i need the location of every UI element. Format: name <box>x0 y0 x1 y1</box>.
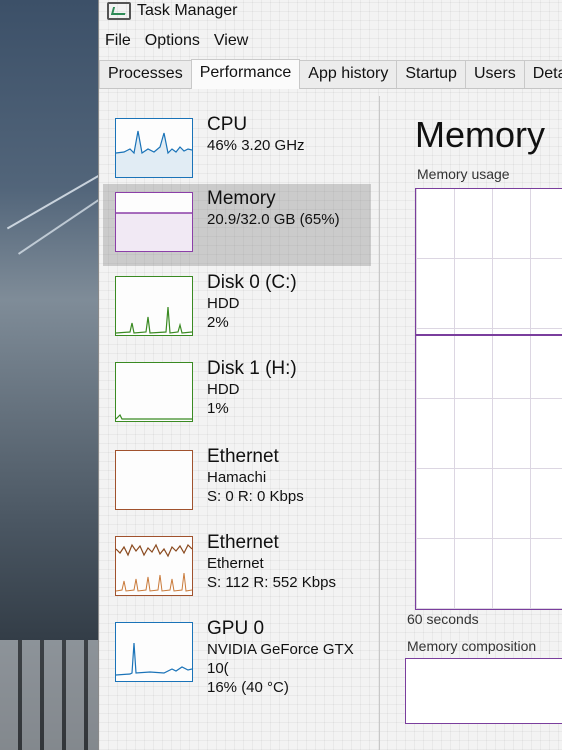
page-title: Memory <box>415 114 546 155</box>
gpu-mini-graph <box>115 622 193 682</box>
sidebar-item-ethernet-hamachi[interactable]: Ethernet Hamachi S: 0 R: 0 Kbps <box>103 442 371 524</box>
tab-details[interactable]: Detail <box>523 60 562 88</box>
sidebar-item-disk0[interactable]: Disk 0 (C:) HDD 2% <box>103 268 371 350</box>
sidebar-item-detail: 46% 3.20 GHz <box>207 137 305 154</box>
memory-composition-label: Memory composition <box>407 638 537 654</box>
menu-options[interactable]: Options <box>145 32 200 50</box>
time-span-label: 60 seconds <box>407 611 479 627</box>
sidebar-item-cpu[interactable]: CPU 46% 3.20 GHz <box>103 110 371 192</box>
sidebar-item-title: Memory <box>207 188 276 209</box>
sidebar-item-memory[interactable]: Memory 20.9/32.0 GB (65%) <box>103 184 371 266</box>
memory-usage-graph <box>415 188 562 610</box>
sidebar-item-title: CPU <box>207 114 248 135</box>
sidebar-item-detail: 20.9/32.0 GB (65%) <box>207 211 340 228</box>
tab-startup[interactable]: Startup <box>396 60 466 88</box>
sidebar-item-title: Disk 0 (C:) <box>207 272 297 293</box>
sidebar-item-title: GPU 0 <box>207 618 265 639</box>
memory-composition-bar <box>405 658 562 724</box>
memory-mini-graph <box>115 192 193 252</box>
sidebar-item-detail: 16% (40 °C) <box>207 679 289 696</box>
disk0-mini-graph <box>115 276 193 336</box>
sidebar-item-detail: 1% <box>207 400 229 417</box>
ethernet-mini-graph <box>115 450 193 510</box>
sidebar-item-detail: HDD <box>207 381 240 398</box>
tab-processes[interactable]: Processes <box>99 60 192 88</box>
tab-users[interactable]: Users <box>464 60 525 88</box>
tab-performance[interactable]: Performance <box>190 59 301 89</box>
menu-file[interactable]: File <box>105 32 131 50</box>
window-title: Task Manager <box>137 2 238 19</box>
memory-usage-line <box>416 334 562 336</box>
sidebar-item-detail: Hamachi <box>207 469 267 486</box>
desktop-background <box>0 0 104 750</box>
menu-bar: File Options View <box>99 28 248 54</box>
disk1-mini-graph <box>115 362 193 422</box>
sidebar-item-detail: NVIDIA GeForce GTX 10( <box>207 641 354 677</box>
performance-sidebar: CPU 46% 3.20 GHz Memory 20.9/32.0 GB (65… <box>99 96 380 750</box>
sidebar-item-title: Ethernet <box>207 532 279 553</box>
sidebar-item-ethernet[interactable]: Ethernet Ethernet S: 112 R: 552 Kbps <box>103 528 371 610</box>
sidebar-item-detail: HDD <box>207 295 240 312</box>
sidebar-item-title: Ethernet <box>207 446 279 467</box>
memory-detail-panel: Memory Memory usage 60 seconds Memory co… <box>405 96 562 750</box>
title-bar[interactable]: Task Manager <box>99 0 562 22</box>
task-manager-icon <box>107 2 131 20</box>
menu-view[interactable]: View <box>214 32 248 50</box>
sidebar-item-detail: S: 112 R: 552 Kbps <box>207 574 336 591</box>
tab-app-history[interactable]: App history <box>299 60 398 88</box>
memory-usage-label: Memory usage <box>417 166 510 182</box>
sidebar-item-detail: 2% <box>207 314 229 331</box>
sidebar-item-disk1[interactable]: Disk 1 (H:) HDD 1% <box>103 354 371 436</box>
task-manager-window: Task Manager File Options View Processes… <box>98 0 562 750</box>
sidebar-item-title: Disk 1 (H:) <box>207 358 297 379</box>
tab-strip: Processes Performance App history Startu… <box>99 58 562 89</box>
sidebar-item-detail: S: 0 R: 0 Kbps <box>207 488 304 505</box>
cpu-mini-graph <box>115 118 193 178</box>
sidebar-item-detail: Ethernet <box>207 555 264 572</box>
sidebar-item-gpu0[interactable]: GPU 0 NVIDIA GeForce GTX 10( 16% (40 °C) <box>103 614 371 696</box>
ethernet-mini-graph <box>115 536 193 596</box>
